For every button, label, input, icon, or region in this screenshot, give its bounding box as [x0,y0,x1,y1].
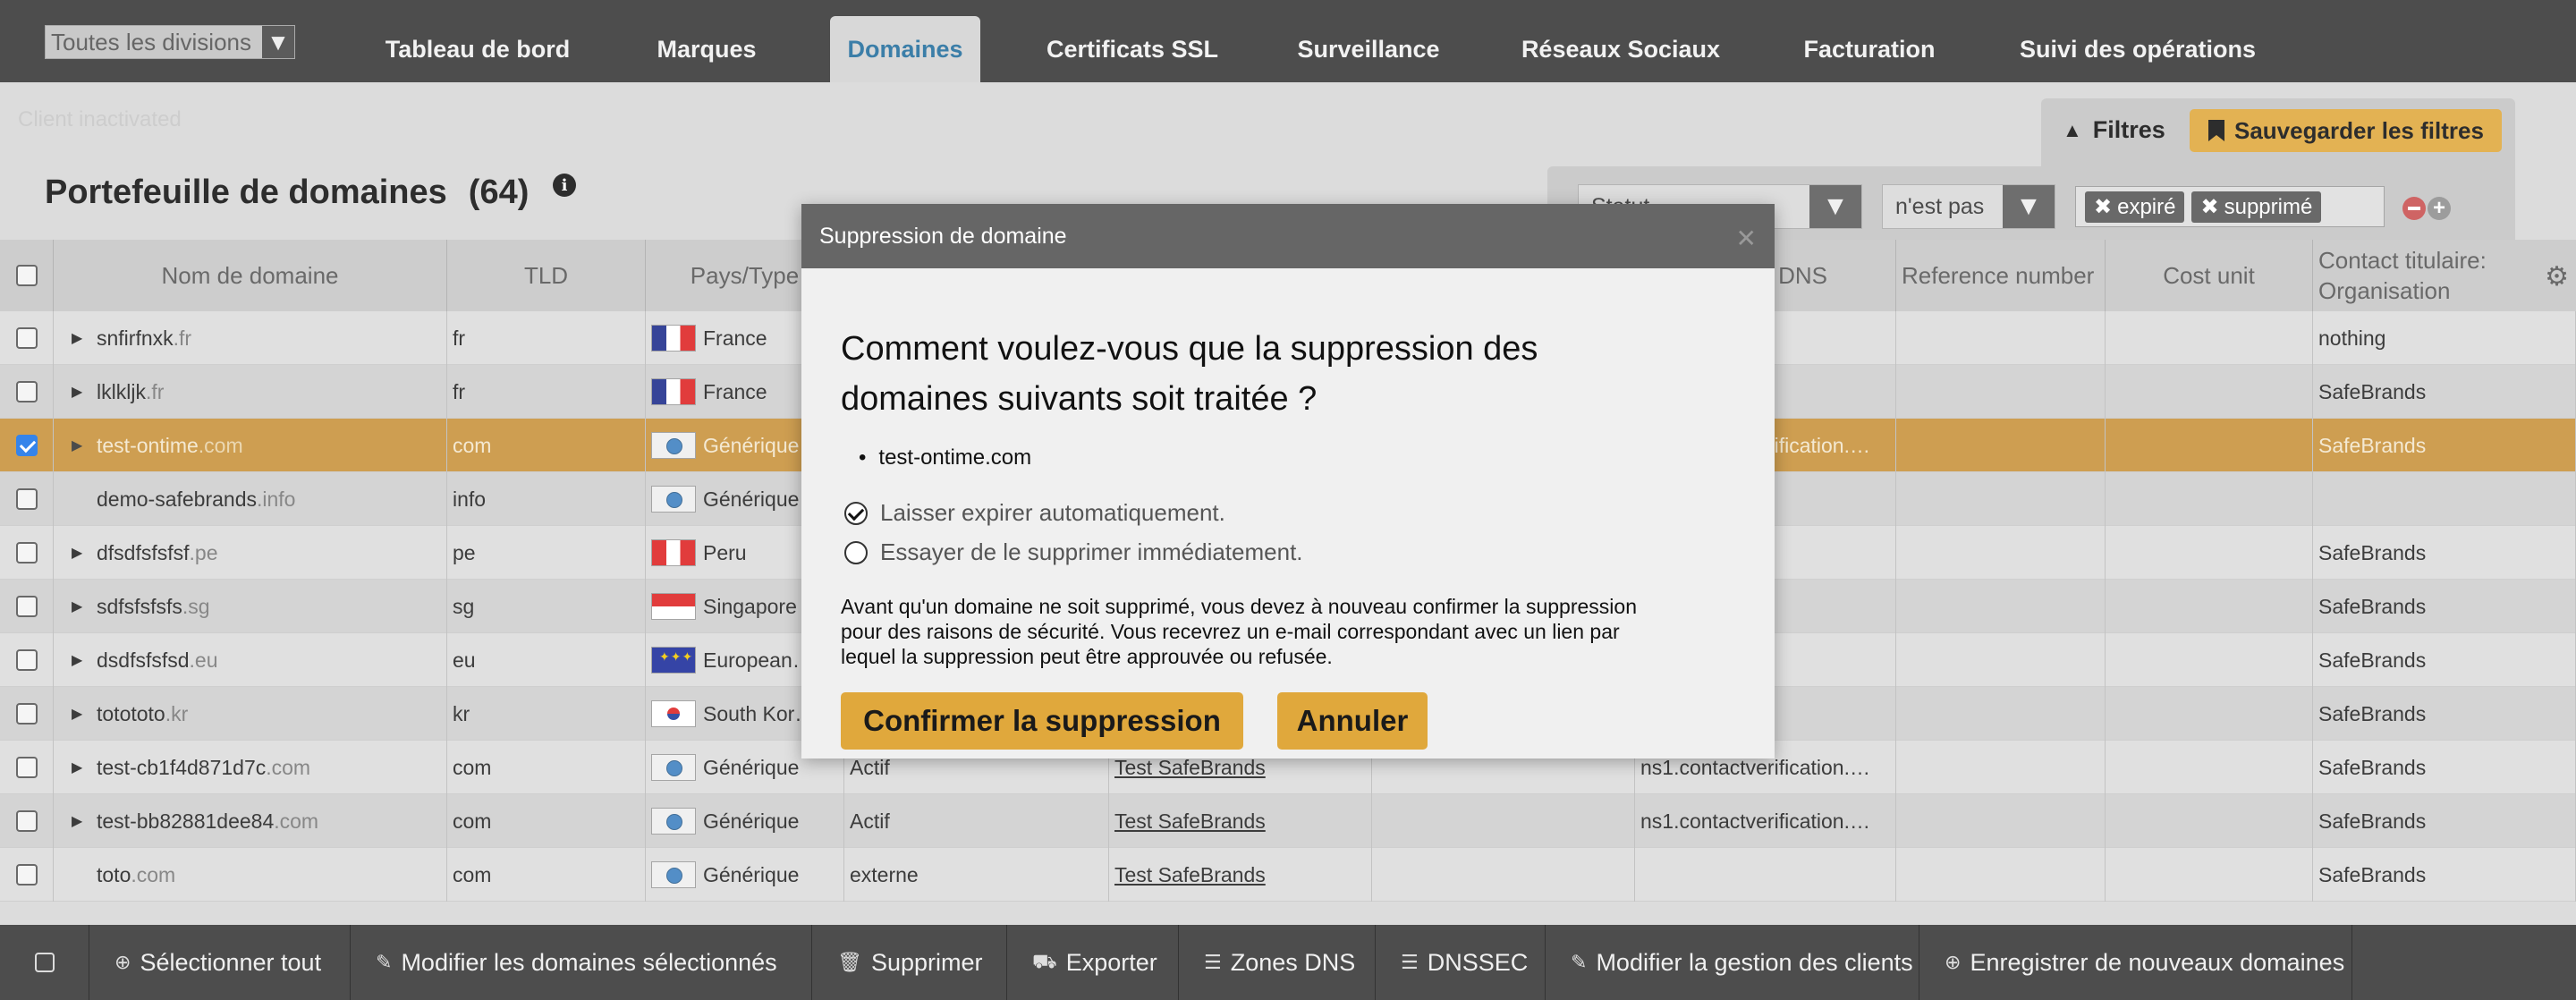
bottom-toolbar: ⊕ Sélectionner tout ✎ Modifier les domaine… [0,925,2576,1000]
cancel-button[interactable]: Annuler [1277,692,1428,750]
radio-auto-expire[interactable] [844,501,868,525]
register-domains-label: Enregistrer de nouveaux domaines [1970,948,2345,976]
division-select-value: Toutes les divisions [51,28,251,55]
dns-zones-label: Zones DNS [1230,948,1356,976]
edit-selected-label: Modifier les domaines sélectionnés [401,948,777,976]
close-icon[interactable]: ✕ [1736,224,1757,253]
dnssec-button[interactable]: ☰ DNSSEC [1376,925,1546,1000]
division-select[interactable]: Toutes les divisions ▼ [45,25,295,59]
toolbar-checkbox[interactable] [0,925,89,1000]
dialog-domain-item: test-ontime.com [859,445,1031,470]
select-all-button[interactable]: ⊕ Sélectionner tout [89,925,351,1000]
radio-delete-now[interactable] [844,540,868,564]
dns-zones-button[interactable]: ☰ Zones DNS [1179,925,1376,1000]
client-management-label: Modifier la gestion des clients [1596,948,1913,976]
delete-label: Supprimer [870,948,983,976]
nav-tab-operations[interactable]: Suivi des opérations [2012,16,2263,82]
export-label: Exporter [1065,948,1157,976]
nav-tab-brands[interactable]: Marques [626,16,787,82]
client-management-button[interactable]: ✎ Modifier la gestion des clients [1546,925,1919,1000]
option-auto-expire-label: Laisser expirer automatiquement. [880,499,1225,526]
nav-tab-ssl-certificates[interactable]: Certificats SSL [1027,16,1238,82]
dialog-title: Suppression de domaine [819,223,1067,249]
chevron-down-icon: ▼ [262,26,294,58]
nav-tab-social-networks[interactable]: Réseaux Sociaux [1515,16,1726,82]
dialog-note: Avant qu'un domaine ne soit supprimé, vo… [841,595,1637,668]
delete-domain-dialog: Suppression de domaine ✕ Comment voulez-… [801,204,1775,758]
dialog-question: Comment voulez-vous que la suppression d… [841,330,1538,418]
pencil-icon: ✎ [1571,951,1588,973]
register-domains-button[interactable]: ⊕ Enregistrer de nouveaux domaines [1919,925,2352,1000]
nav-tab-billing[interactable]: Facturation [1791,16,1948,82]
pencil-icon: ✎ [376,951,393,973]
select-all-label: Sélectionner tout [140,948,322,976]
edit-selected-button[interactable]: ✎ Modifier les domaines sélectionnés [351,925,812,1000]
option-delete-now-label: Essayer de le supprimer immédiatement. [880,538,1303,565]
truck-icon: ⛟ [1032,949,1057,972]
dialog-header: Suppression de domaine ✕ [801,204,1775,268]
checkbox-icon [34,953,55,972]
top-navigation: Toutes les divisions ▼ Tableau de bord M… [0,0,2576,82]
plus-circle-icon: ⊕ [114,951,131,973]
option-auto-expire[interactable]: Laisser expirer automatiquement. [844,499,1225,527]
confirm-delete-button[interactable]: Confirmer la suppression [841,692,1243,750]
delete-button[interactable]: 🗑 Supprimer [812,925,1007,1000]
option-delete-now[interactable]: Essayer de le supprimer immédiatement. [844,538,1303,566]
dialog-domain-list: test-ontime.com [859,445,1031,470]
plus-circle-icon: ⊕ [1945,951,1962,973]
nav-tab-domains[interactable]: Domaines [830,16,980,82]
export-button[interactable]: ⛟ Exporter [1007,925,1179,1000]
list-icon: ☰ [1401,951,1419,973]
nav-tab-dashboard[interactable]: Tableau de bord [361,16,594,82]
nav-tab-monitoring[interactable]: Surveillance [1281,16,1456,82]
dnssec-label: DNSSEC [1427,948,1529,976]
trash-icon: 🗑 [837,951,862,973]
list-icon: ☰ [1204,951,1222,973]
